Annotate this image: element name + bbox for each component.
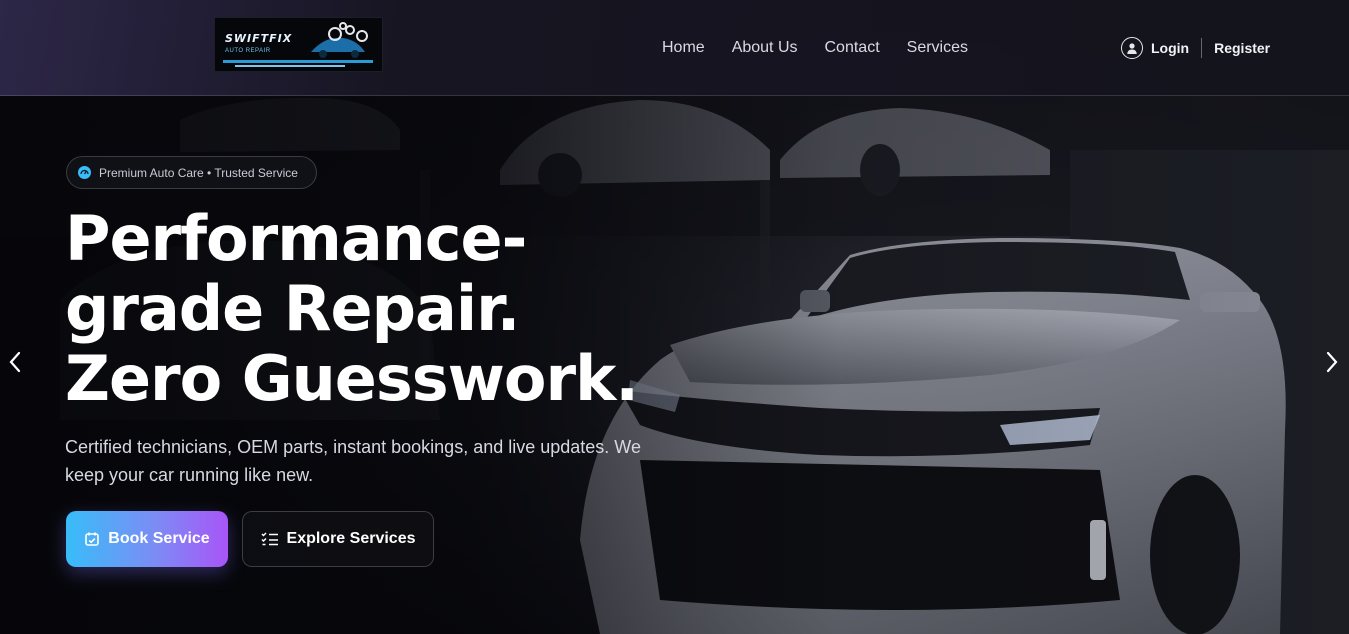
user-circle-icon[interactable] bbox=[1121, 37, 1143, 59]
hero-headline: Performance-grade Repair. Zero Guesswork… bbox=[65, 202, 639, 415]
book-service-label: Book Service bbox=[108, 530, 210, 547]
nav-contact[interactable]: Contact bbox=[825, 38, 880, 58]
main-nav: Home About Us Contact Services bbox=[662, 38, 995, 58]
calendar-check-icon bbox=[85, 532, 100, 546]
logo-subtitle: AUTO REPAIR bbox=[225, 48, 271, 54]
explore-services-button[interactable]: Explore Services bbox=[242, 511, 434, 567]
gauge-icon bbox=[78, 166, 91, 179]
book-service-button[interactable]: Book Service bbox=[66, 511, 228, 567]
login-link[interactable]: Login bbox=[1151, 40, 1189, 56]
hero-subtext: Certified technicians, OEM parts, instan… bbox=[65, 437, 641, 485]
gears-icon bbox=[223, 22, 373, 67]
nav-home[interactable]: Home bbox=[662, 38, 705, 58]
site-header: SWIFTFIX AUTO REPAIR Home About Us Conta… bbox=[0, 0, 1349, 96]
register-link[interactable]: Register bbox=[1214, 40, 1270, 56]
explore-services-label: Explore Services bbox=[286, 530, 416, 547]
list-check-icon bbox=[260, 532, 278, 546]
chevron-left-icon[interactable] bbox=[6, 350, 24, 374]
hero-badge: Premium Auto Care • Trusted Service bbox=[66, 156, 317, 189]
auth-links: Login Register bbox=[1121, 34, 1270, 62]
chevron-right-icon[interactable] bbox=[1323, 350, 1341, 374]
brand-logo[interactable]: SWIFTFIX AUTO REPAIR bbox=[214, 17, 383, 72]
auth-divider bbox=[1201, 38, 1203, 58]
logo-title: SWIFTFIX bbox=[225, 32, 293, 45]
hero-badge-text: Premium Auto Care • Trusted Service bbox=[99, 165, 298, 180]
nav-about-us[interactable]: About Us bbox=[732, 38, 798, 58]
nav-services[interactable]: Services bbox=[907, 38, 968, 58]
